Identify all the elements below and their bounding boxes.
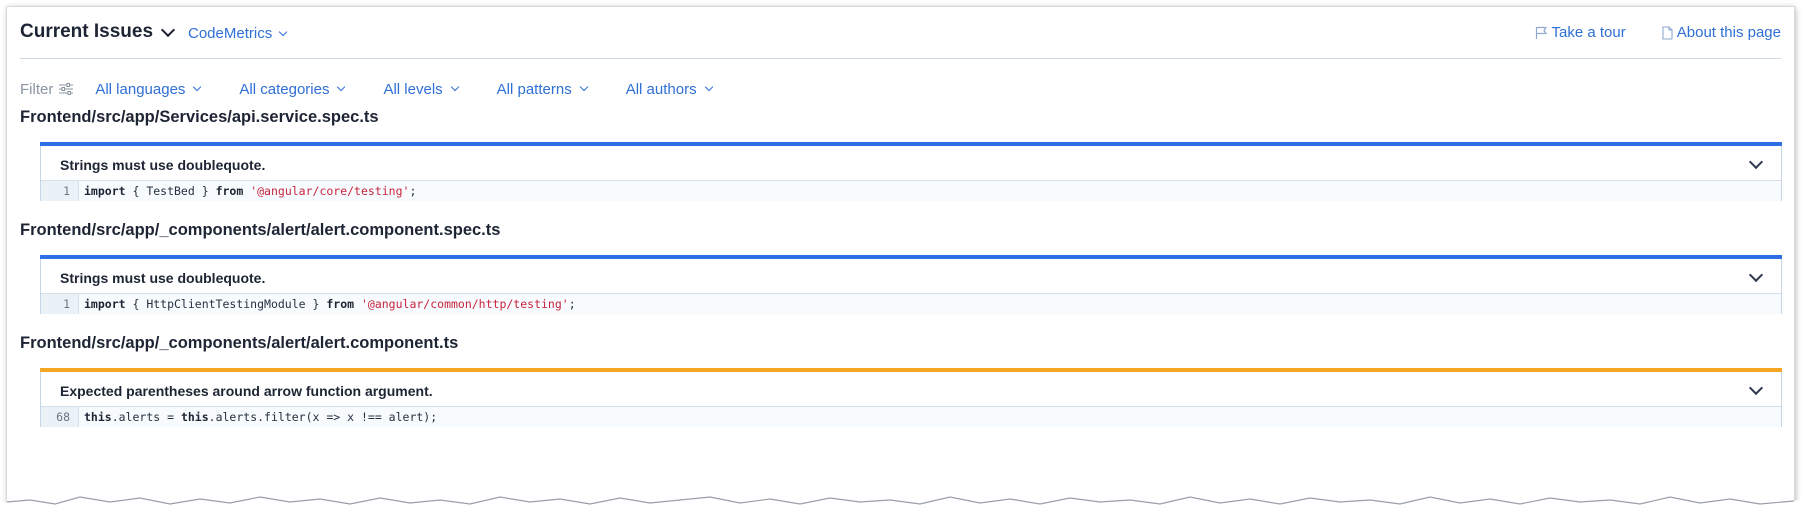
chevron-down-icon [193,82,202,92]
filter-bar: Filter All languages All categories All … [20,78,751,100]
code-text: { TestBed } [125,184,216,198]
severity-bar [40,142,1782,146]
line-number: 68 [41,407,79,427]
take-tour-link[interactable]: Take a tour [1535,24,1626,41]
issue-message[interactable]: Strings must use doublequote. [60,270,265,286]
torn-edge [0,496,1801,525]
chevron-down-icon [337,82,346,92]
code-keyword: this [180,410,209,424]
chevron-down-icon [278,27,288,36]
filter-label[interactable]: Filter [20,80,74,98]
chevron-down-icon [1748,267,1764,283]
levels-filter-label: All levels [383,80,443,98]
code-keyword: from [215,184,244,198]
project-selector[interactable]: CodeMetrics [188,25,288,42]
code-keyword: this [84,410,112,424]
severity-bar [40,368,1782,372]
expand-toggle[interactable] [1748,380,1764,398]
chevron-down-icon [450,82,459,92]
chevron-down-icon [579,82,588,92]
code-text: { HttpClientTestingModule } [125,297,327,311]
line-number: 1 [41,181,79,201]
authors-filter-label: All authors [625,80,697,98]
page-title: Current Issues [20,21,154,42]
filter-text: Filter [20,80,54,98]
issue-card: Expected parentheses around arrow functi… [40,368,1782,427]
issue-message[interactable]: Strings must use doublequote. [60,157,265,173]
chevron-down-icon [704,82,713,92]
code-line: this.alerts = this.alerts.filter(x => x … [79,407,437,427]
file-path[interactable]: Frontend/src/app/Services/api.service.sp… [20,108,379,127]
file-path[interactable]: Frontend/src/app/_components/alert/alert… [20,221,500,240]
sliders-icon [59,83,74,95]
issue-card: Strings must use doublequote. 1 import {… [40,255,1782,314]
code-line: import { TestBed } from '@angular/core/t… [79,181,416,201]
header-links: Take a tour About this page [1535,24,1781,41]
levels-filter[interactable]: All levels [383,80,459,98]
page-title-dropdown[interactable]: Current Issues [20,21,176,43]
authors-filter[interactable]: All authors [625,80,713,98]
about-page-label: About this page [1676,24,1781,41]
languages-filter[interactable]: All languages [95,80,202,98]
patterns-filter-label: All patterns [496,80,572,98]
code-text: ; [568,297,576,311]
issue-card: Strings must use doublequote. 1 import {… [40,142,1782,201]
header: Current Issues CodeMetrics Take a tour A… [20,7,1781,59]
about-page-link[interactable]: About this page [1662,24,1781,41]
code-text: .alerts.filter(x => x !== alert); [208,410,438,424]
chevron-down-icon [160,22,176,37]
page-frame: Current Issues CodeMetrics Take a tour A… [7,7,1794,519]
code-line: import { HttpClientTestingModule } from … [79,294,576,314]
code-snippet: 1 import { TestBed } from '@angular/core… [41,180,1781,201]
code-snippet: 1 import { HttpClientTestingModule } fro… [41,293,1781,314]
chevron-down-icon [1748,154,1764,170]
code-snippet: 68 this.alerts = this.alerts.filter(x =>… [41,406,1781,427]
chevron-down-icon [1748,380,1764,396]
code-text: .alerts = [111,410,181,424]
categories-filter-label: All categories [239,80,330,98]
expand-toggle[interactable] [1748,154,1764,172]
project-name: CodeMetrics [188,25,273,42]
flag-icon [1535,26,1547,39]
take-tour-label: Take a tour [1551,24,1626,41]
line-number: 1 [41,294,79,314]
code-text: ; [409,184,417,198]
categories-filter[interactable]: All categories [239,80,346,98]
issue-message[interactable]: Expected parentheses around arrow functi… [60,383,433,399]
patterns-filter[interactable]: All patterns [496,80,588,98]
file-path[interactable]: Frontend/src/app/_components/alert/alert… [20,334,458,353]
code-string: '@angular/common/http/testing' [360,297,569,311]
code-keyword: import [84,297,126,311]
severity-bar [40,255,1782,259]
code-keyword: import [84,184,126,198]
code-string: '@angular/core/testing' [250,184,410,198]
code-keyword: from [326,297,355,311]
document-icon [1662,25,1673,40]
languages-filter-label: All languages [95,80,186,98]
expand-toggle[interactable] [1748,267,1764,285]
